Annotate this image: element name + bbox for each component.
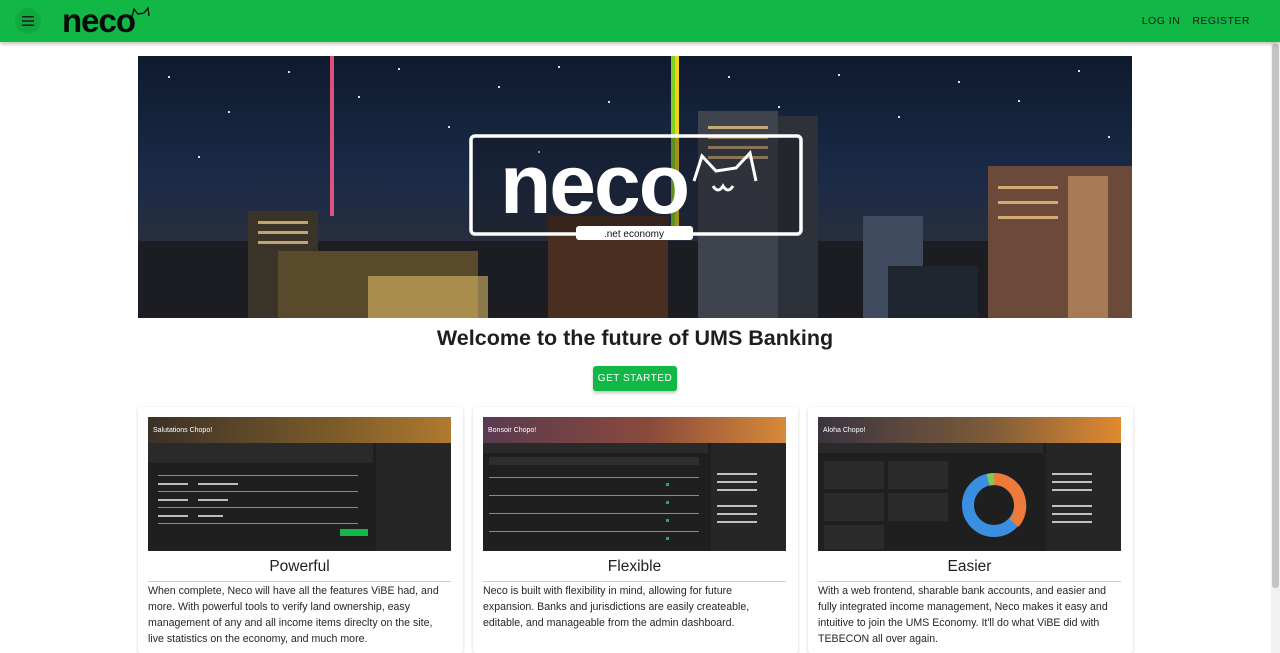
neco-logo[interactable]: neco	[62, 3, 162, 37]
dashboard-preview	[483, 443, 786, 551]
hero-cityscape-image: neco .net economy	[138, 56, 1132, 318]
hero-logo-subtext: .net economy	[604, 229, 664, 240]
card-title: Easier	[947, 558, 992, 575]
card-title: Flexible	[607, 558, 662, 575]
card-title: Powerful	[269, 558, 330, 575]
divider	[483, 581, 786, 582]
hero-logo-text: neco	[500, 137, 688, 231]
screenshot-greeting: Bonsoir Chopo!	[488, 427, 537, 434]
menu-button[interactable]	[15, 8, 41, 34]
divider	[148, 581, 451, 582]
dashboard-preview	[818, 443, 1121, 551]
feature-screenshot: Salutations Chopo!	[148, 417, 451, 551]
divider	[818, 581, 1121, 582]
dashboard-preview	[148, 443, 451, 551]
feature-card-flexible: Bonsoir Chopo! Flexible Neco is built wi…	[473, 407, 798, 653]
register-link[interactable]: REGISTER	[1192, 11, 1250, 31]
feature-screenshot: Aloha Chopo!	[818, 417, 1121, 551]
scrollbar-thumb[interactable]	[1272, 44, 1279, 588]
feature-card-easier: Aloha Chopo! Easier With a web frontend,…	[808, 407, 1133, 653]
app-bar: neco LOG IN REGISTER	[0, 0, 1280, 42]
top-nav: LOG IN REGISTER	[1142, 0, 1250, 42]
scrollbar[interactable]	[1271, 42, 1280, 653]
page-heading: Welcome to the future of UMS Banking	[436, 326, 834, 350]
logo-text: neco	[62, 3, 135, 37]
card-description: With a web frontend, sharable bank accou…	[818, 585, 1108, 645]
menu-icon	[22, 16, 34, 26]
get-started-button[interactable]: GET STARTED	[593, 366, 677, 391]
login-link[interactable]: LOG IN	[1142, 11, 1181, 31]
feature-card-powerful: Salutations Chopo! Powerful When complet…	[138, 407, 463, 653]
card-description: When complete, Neco will have all the fe…	[148, 585, 439, 645]
screenshot-greeting: Aloha Chopo!	[823, 427, 866, 434]
screenshot-greeting: Salutations Chopo!	[153, 427, 213, 434]
feature-screenshot: Bonsoir Chopo!	[483, 417, 786, 551]
card-description: Neco is built with flexibility in mind, …	[483, 585, 750, 629]
hero-banner: neco .net economy	[138, 56, 1132, 318]
